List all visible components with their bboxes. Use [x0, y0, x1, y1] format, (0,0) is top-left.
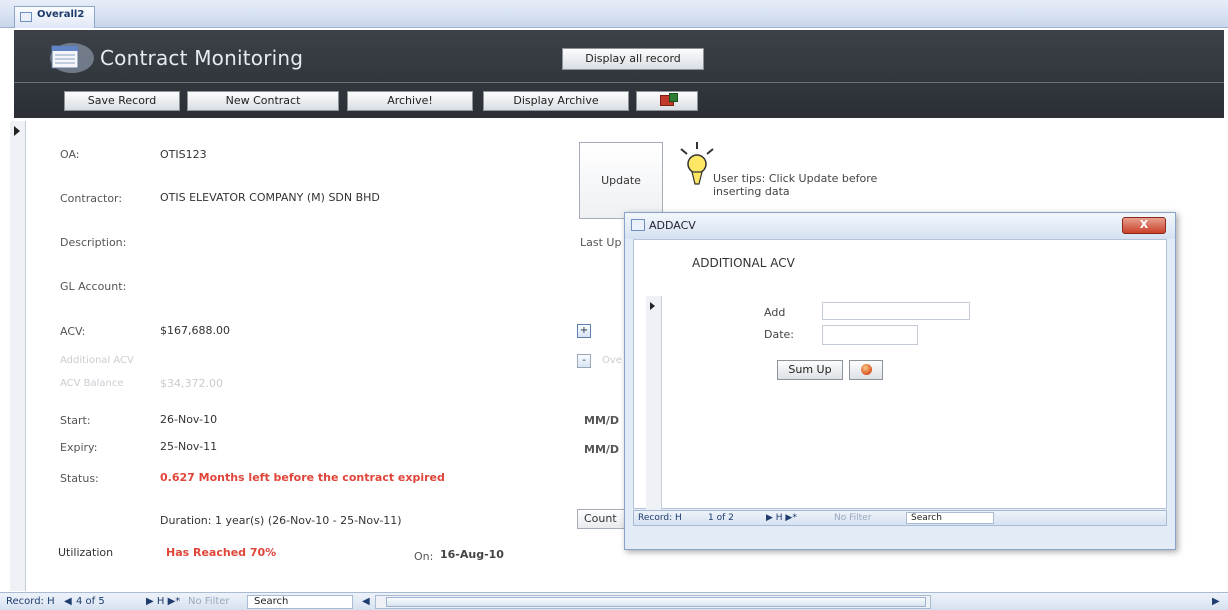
contractor-field[interactable]: OTIS ELEVATOR COMPANY (M) SDN BHD: [160, 191, 380, 204]
no-filter-button[interactable]: No Filter: [188, 596, 230, 607]
record-next-buttons[interactable]: ▶ H ▶*: [146, 596, 180, 607]
description-field[interactable]: [160, 232, 540, 250]
duration-text: Duration: 1 year(s) (26-Nov-10 - 25-Nov-…: [160, 514, 402, 527]
popup-record-selector[interactable]: [646, 296, 662, 510]
gl-account-field[interactable]: [160, 276, 540, 294]
subtract-acv-minus-button[interactable]: -: [577, 354, 591, 368]
contractor-label: Contractor:: [60, 192, 123, 205]
record-selector[interactable]: [10, 121, 26, 591]
record-position-input[interactable]: 4 of 5: [76, 596, 105, 607]
search-input[interactable]: Search: [247, 595, 353, 609]
expiry-date-field[interactable]: 25-Nov-11: [160, 440, 217, 453]
display-all-record-button[interactable]: Display all record: [562, 48, 704, 70]
start-format-hint: MM/D: [584, 414, 620, 427]
close-form-icon: [860, 364, 872, 375]
addacv-popup-window: ADDACV X ADDITIONAL ACV Add Date: Sum Up…: [624, 212, 1176, 550]
minus-hint-text: Ove: [602, 355, 622, 366]
acv-field[interactable]: $167,688.00: [160, 324, 230, 337]
horizontal-scrollbar[interactable]: [375, 595, 931, 609]
additional-acv-label: Additional ACV: [60, 355, 134, 366]
add-amount-input[interactable]: [822, 302, 970, 320]
scroll-right-icon[interactable]: ▶: [1212, 596, 1220, 607]
current-record-arrow-icon: [14, 126, 20, 136]
start-date-field[interactable]: 26-Nov-10: [160, 413, 217, 426]
popup-no-filter-button[interactable]: No Filter: [834, 513, 871, 523]
expiry-label: Expiry:: [60, 441, 98, 454]
utilization-on-date: 16-Aug-10: [440, 548, 504, 561]
record-navigator: Record: H ◀ 4 of 5 ▶ H ▶* No Filter Sear…: [0, 592, 1228, 610]
expiry-format-hint: MM/D: [584, 443, 620, 456]
oa-label: OA:: [60, 148, 80, 161]
add-acv-plus-button[interactable]: +: [577, 324, 591, 338]
tab-overall2[interactable]: Overall2: [14, 6, 96, 28]
archive-button[interactable]: Archive!: [347, 91, 473, 111]
excel-export-icon: [660, 93, 678, 106]
popup-record-first-button[interactable]: Record: H: [638, 513, 682, 523]
document-tab-strip: Overall2: [0, 0, 1228, 28]
app-logo-icon: [50, 43, 94, 73]
sum-up-button[interactable]: Sum Up: [777, 360, 843, 380]
close-button[interactable]: X: [1122, 217, 1166, 234]
user-tips-text: User tips: Click Update before inserting…: [713, 172, 878, 198]
display-archive-button[interactable]: Display Archive: [483, 91, 629, 111]
acv-label: ACV:: [60, 325, 86, 338]
utilization-on-label: On:: [414, 550, 434, 563]
update-button[interactable]: Update: [579, 142, 663, 219]
gl-account-label: GL Account:: [60, 280, 127, 293]
scroll-left-icon[interactable]: ◀: [362, 596, 370, 607]
tab-label: Overall2: [37, 9, 85, 20]
header-divider: [14, 82, 1224, 83]
form-icon: [20, 12, 32, 22]
app-title: Contract Monitoring: [100, 46, 304, 70]
popup-search-input[interactable]: Search: [906, 512, 994, 524]
record-prev-button[interactable]: ◀: [64, 596, 72, 607]
add-label: Add: [764, 306, 786, 319]
status-label: Status:: [60, 472, 99, 485]
utilization-label: Utilization: [58, 546, 114, 559]
popup-record-position[interactable]: 1 of 2: [708, 513, 734, 523]
close-form-button[interactable]: [849, 360, 883, 380]
form-icon: [631, 219, 645, 231]
date-label: Date:: [764, 328, 794, 341]
start-label: Start:: [60, 414, 91, 427]
oa-field[interactable]: OTIS123: [160, 148, 207, 161]
date-input[interactable]: [822, 325, 918, 345]
scrollbar-thumb[interactable]: [386, 597, 926, 607]
popup-heading: ADDITIONAL ACV: [692, 256, 795, 270]
utilization-value: Has Reached 70%: [166, 546, 277, 559]
lightbulb-icon: [680, 142, 714, 185]
popup-current-record-arrow-icon: [650, 302, 655, 310]
export-excel-button[interactable]: [636, 91, 698, 111]
last-update-label: Last Up: [580, 236, 622, 249]
description-label: Description:: [60, 236, 127, 249]
popup-record-next-buttons[interactable]: ▶ H ▶*: [766, 513, 797, 523]
new-contract-button[interactable]: New Contract: [187, 91, 339, 111]
status-value: 0.627 Months left before the contract ex…: [160, 471, 445, 484]
acv-balance-field: $34,372.00: [160, 377, 223, 390]
save-record-button[interactable]: Save Record: [64, 91, 180, 111]
acv-balance-label: ACV Balance: [60, 378, 124, 389]
popup-title: ADDACV: [649, 219, 696, 232]
popup-record-navigator: Record: H 1 of 2 ▶ H ▶* No Filter Search: [633, 510, 1167, 526]
record-first-button[interactable]: Record: H: [6, 596, 55, 607]
popup-title-bar[interactable]: ADDACV X: [625, 213, 1175, 239]
popup-form-body: ADDITIONAL ACV Add Date: Sum Up: [633, 239, 1167, 510]
